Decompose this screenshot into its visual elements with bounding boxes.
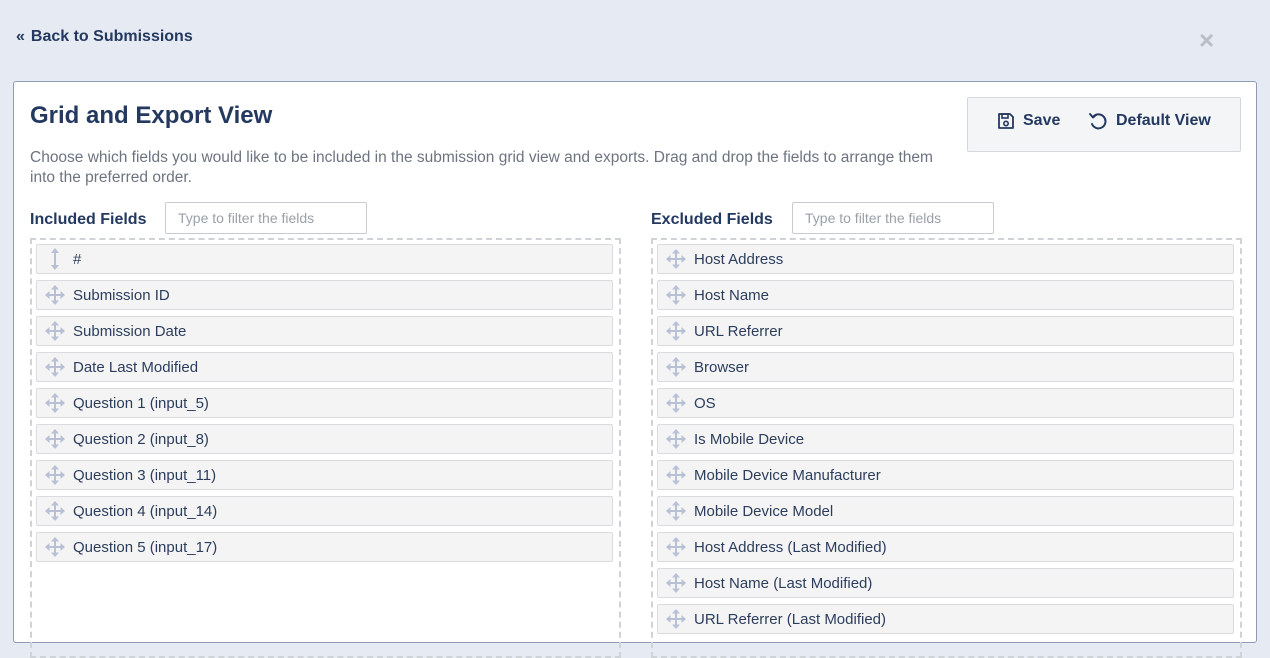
back-link-label: Back to Submissions	[30, 28, 193, 45]
move-icon[interactable]	[37, 357, 73, 377]
field-item-label: URL Referrer (Last Modified)	[694, 610, 887, 628]
field-item-label: OS	[694, 394, 716, 412]
move-icon[interactable]	[37, 537, 73, 557]
field-item-label: Is Mobile Device	[694, 430, 805, 448]
field-item[interactable]: Browser	[657, 352, 1234, 382]
included-fields-dropzone[interactable]: # Submission ID Submission Date Date Last M…	[30, 238, 621, 658]
field-item-label: Host Address (Last Modified)	[694, 538, 887, 556]
move-icon[interactable]	[658, 501, 694, 521]
move-icon[interactable]	[37, 393, 73, 413]
page-title: Grid and Export View	[30, 102, 273, 129]
excluded-fields-label: Excluded Fields	[651, 211, 773, 228]
move-icon[interactable]	[658, 429, 694, 449]
field-item-label: Host Name	[694, 286, 770, 304]
field-item-label: URL Referrer	[694, 322, 783, 340]
field-item-label: Mobile Device Manufacturer	[694, 466, 881, 484]
move-icon[interactable]	[658, 321, 694, 341]
field-item[interactable]: Date Last Modified	[36, 352, 613, 382]
move-icon[interactable]	[37, 285, 73, 305]
floppy-disk-icon	[997, 112, 1015, 130]
save-label: Save	[1023, 112, 1061, 129]
field-item[interactable]: URL Referrer	[657, 316, 1234, 346]
move-icon[interactable]	[658, 465, 694, 485]
field-item[interactable]: OS	[657, 388, 1234, 418]
move-icon[interactable]	[37, 321, 73, 341]
field-item-label: #	[73, 250, 82, 268]
field-item[interactable]: Question 2 (input_8)	[36, 424, 613, 454]
grid-export-panel: Grid and Export View Choose which fields…	[13, 81, 1257, 658]
field-item[interactable]: Is Mobile Device	[657, 424, 1234, 454]
excluded-filter-input[interactable]	[792, 202, 994, 234]
field-item[interactable]: Submission Date	[36, 316, 613, 346]
vertical-resize-icon[interactable]	[37, 248, 73, 270]
back-to-submissions-link[interactable]: « Back to Submissions	[16, 28, 193, 46]
field-item-label: Submission ID	[73, 286, 170, 304]
top-bar: « Back to Submissions ×	[0, 0, 1270, 80]
included-fields-label: Included Fields	[30, 211, 147, 228]
move-icon[interactable]	[658, 357, 694, 377]
field-item-label: Question 2 (input_8)	[73, 430, 209, 448]
field-item-label: Question 1 (input_5)	[73, 394, 209, 412]
action-toolbar: Save Default View	[967, 97, 1241, 152]
field-item-label: Question 4 (input_14)	[73, 502, 218, 520]
field-item-label: Host Name (Last Modified)	[694, 574, 873, 592]
field-item[interactable]: Host Name	[657, 280, 1234, 310]
move-icon[interactable]	[658, 249, 694, 269]
field-item-label: Host Address	[694, 250, 784, 268]
page-description: Choose which fields you would like to be…	[30, 149, 933, 186]
move-icon[interactable]	[37, 465, 73, 485]
field-item[interactable]: Mobile Device Manufacturer	[657, 460, 1234, 490]
field-item-label: Question 3 (input_11)	[73, 466, 217, 484]
save-button[interactable]: Save	[997, 112, 1060, 130]
field-item-label: Question 5 (input_17)	[73, 538, 218, 556]
move-icon[interactable]	[658, 285, 694, 305]
field-item-label: Mobile Device Model	[694, 502, 834, 520]
field-item-label: Browser	[694, 358, 750, 376]
move-icon[interactable]	[658, 609, 694, 629]
move-icon[interactable]	[658, 573, 694, 593]
field-item[interactable]: Submission ID	[36, 280, 613, 310]
field-item[interactable]: Mobile Device Model	[657, 496, 1234, 526]
field-item[interactable]: Question 3 (input_11)	[36, 460, 613, 490]
field-item[interactable]: Question 5 (input_17)	[36, 532, 613, 562]
field-item[interactable]: Host Address (Last Modified)	[657, 532, 1234, 562]
included-filter-input[interactable]	[165, 202, 367, 234]
default-view-button[interactable]: Default View	[1088, 112, 1211, 130]
move-icon[interactable]	[37, 429, 73, 449]
field-item[interactable]: Host Name (Last Modified)	[657, 568, 1234, 598]
move-icon[interactable]	[658, 393, 694, 413]
close-icon[interactable]: ×	[1199, 27, 1214, 53]
reset-icon	[1088, 112, 1108, 130]
field-item[interactable]: URL Referrer (Last Modified)	[657, 604, 1234, 634]
move-icon[interactable]	[658, 537, 694, 557]
field-item[interactable]: #	[36, 244, 613, 274]
excluded-fields-dropzone[interactable]: Host Address Host Name URL Referrer Browser…	[651, 238, 1242, 658]
field-item[interactable]: Host Address	[657, 244, 1234, 274]
default-view-label: Default View	[1116, 112, 1211, 129]
double-chevron-left-icon: «	[16, 28, 25, 45]
field-item[interactable]: Question 1 (input_5)	[36, 388, 613, 418]
field-item-label: Date Last Modified	[73, 358, 199, 376]
move-icon[interactable]	[37, 501, 73, 521]
field-item[interactable]: Question 4 (input_14)	[36, 496, 613, 526]
field-item-label: Submission Date	[73, 322, 187, 340]
